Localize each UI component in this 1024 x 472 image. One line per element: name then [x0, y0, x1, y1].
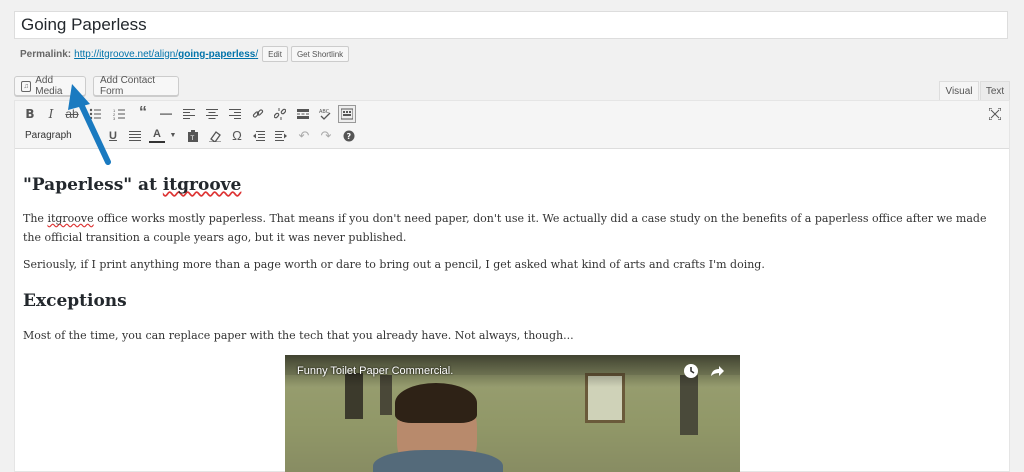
svg-text:T: T: [190, 135, 195, 142]
outdent-icon[interactable]: [251, 128, 267, 144]
underline-icon[interactable]: U: [105, 128, 121, 144]
paragraph-1-pre: The: [23, 212, 48, 225]
watch-later-icon[interactable]: [683, 363, 699, 379]
bold-icon[interactable]: B: [22, 106, 38, 122]
format-select[interactable]: Paragraph ▼: [20, 128, 100, 144]
svg-text:?: ?: [347, 132, 352, 141]
special-character-icon[interactable]: Ω: [229, 128, 245, 144]
paragraph-3: Most of the time, you can replace paper …: [23, 329, 574, 342]
permalink-row: Permalink: http://itgroove.net/align/goi…: [20, 45, 350, 63]
add-media-icon: ♫: [21, 80, 32, 92]
add-media-label: Add Media: [35, 75, 63, 97]
paragraph-1-brand: itgroove: [47, 212, 94, 225]
paragraph-1: The itgroove office works mostly paperle…: [23, 209, 1001, 247]
link-icon[interactable]: [250, 106, 266, 122]
add-contact-form-button[interactable]: Add Contact Form: [93, 75, 179, 97]
toolbar-toggle-icon[interactable]: [338, 105, 356, 123]
permalink-edit-button[interactable]: Edit: [262, 46, 288, 62]
clear-formatting-icon[interactable]: [207, 128, 223, 144]
post-title-input[interactable]: [15, 12, 1007, 38]
video-title[interactable]: Funny Toilet Paper Commercial.: [297, 365, 453, 377]
permalink-link[interactable]: http://itgroove.net/align/going-paperles…: [74, 49, 258, 60]
share-icon[interactable]: [709, 363, 725, 379]
format-select-value: Paragraph: [25, 130, 72, 141]
add-contact-form-label: Add Contact Form: [100, 75, 156, 97]
video-person-hair: [395, 383, 477, 423]
heading-paperless: "Paperless" at itgroove: [23, 175, 241, 195]
strikethrough-icon[interactable]: ab: [64, 106, 80, 122]
heading-exceptions: Exceptions: [23, 291, 127, 311]
undo-icon[interactable]: ↶: [296, 128, 312, 144]
get-shortlink-button[interactable]: Get Shortlink: [290, 46, 350, 62]
indent-icon[interactable]: [273, 128, 289, 144]
permalink-label: Permalink:: [20, 48, 72, 60]
help-icon[interactable]: ?: [341, 128, 357, 144]
blockquote-icon[interactable]: “: [135, 105, 151, 121]
fullscreen-icon[interactable]: [987, 106, 1003, 122]
video-person-shirt: [373, 450, 503, 472]
permalink-base: http://itgroove.net/align/: [74, 48, 179, 60]
editor-toolbar: B I ab 123 “ ABC Paragraph ▼ U A ▼ T Ω ↶…: [15, 101, 1009, 149]
text-color-icon[interactable]: A: [149, 128, 165, 143]
justify-icon[interactable]: [127, 128, 143, 144]
read-more-icon[interactable]: [295, 106, 311, 122]
align-left-icon[interactable]: [181, 106, 197, 122]
numbered-list-icon[interactable]: 123: [111, 106, 127, 122]
bullet-list-icon[interactable]: [87, 106, 103, 122]
text-color-caret-icon[interactable]: ▼: [165, 128, 181, 144]
redo-icon[interactable]: ↷: [318, 128, 334, 144]
align-center-icon[interactable]: [204, 106, 220, 122]
chevron-down-icon: ▼: [90, 131, 98, 140]
horizontal-rule-icon[interactable]: [158, 106, 174, 122]
align-right-icon[interactable]: [227, 106, 243, 122]
svg-text:3: 3: [113, 116, 116, 120]
paste-as-text-icon[interactable]: T: [185, 128, 201, 144]
italic-icon[interactable]: I: [43, 106, 59, 122]
embedded-video[interactable]: Funny Toilet Paper Commercial.: [285, 355, 740, 472]
paragraph-2: Seriously, if I print anything more than…: [23, 258, 765, 271]
permalink-trail: /: [255, 48, 259, 60]
tab-visual[interactable]: Visual: [939, 81, 979, 100]
spellcheck-icon[interactable]: ABC: [317, 106, 333, 122]
heading-paperless-text: "Paperless" at: [23, 175, 163, 195]
post-title-wrap: [14, 11, 1008, 39]
tab-text[interactable]: Text: [980, 81, 1010, 100]
paragraph-1-rest: office works mostly paperless. That mean…: [23, 212, 987, 244]
add-media-button[interactable]: ♫ Add Media: [14, 75, 86, 97]
unlink-icon[interactable]: [272, 106, 288, 122]
permalink-slug: going-paperless: [178, 48, 256, 60]
heading-paperless-brand: itgroove: [162, 175, 242, 195]
